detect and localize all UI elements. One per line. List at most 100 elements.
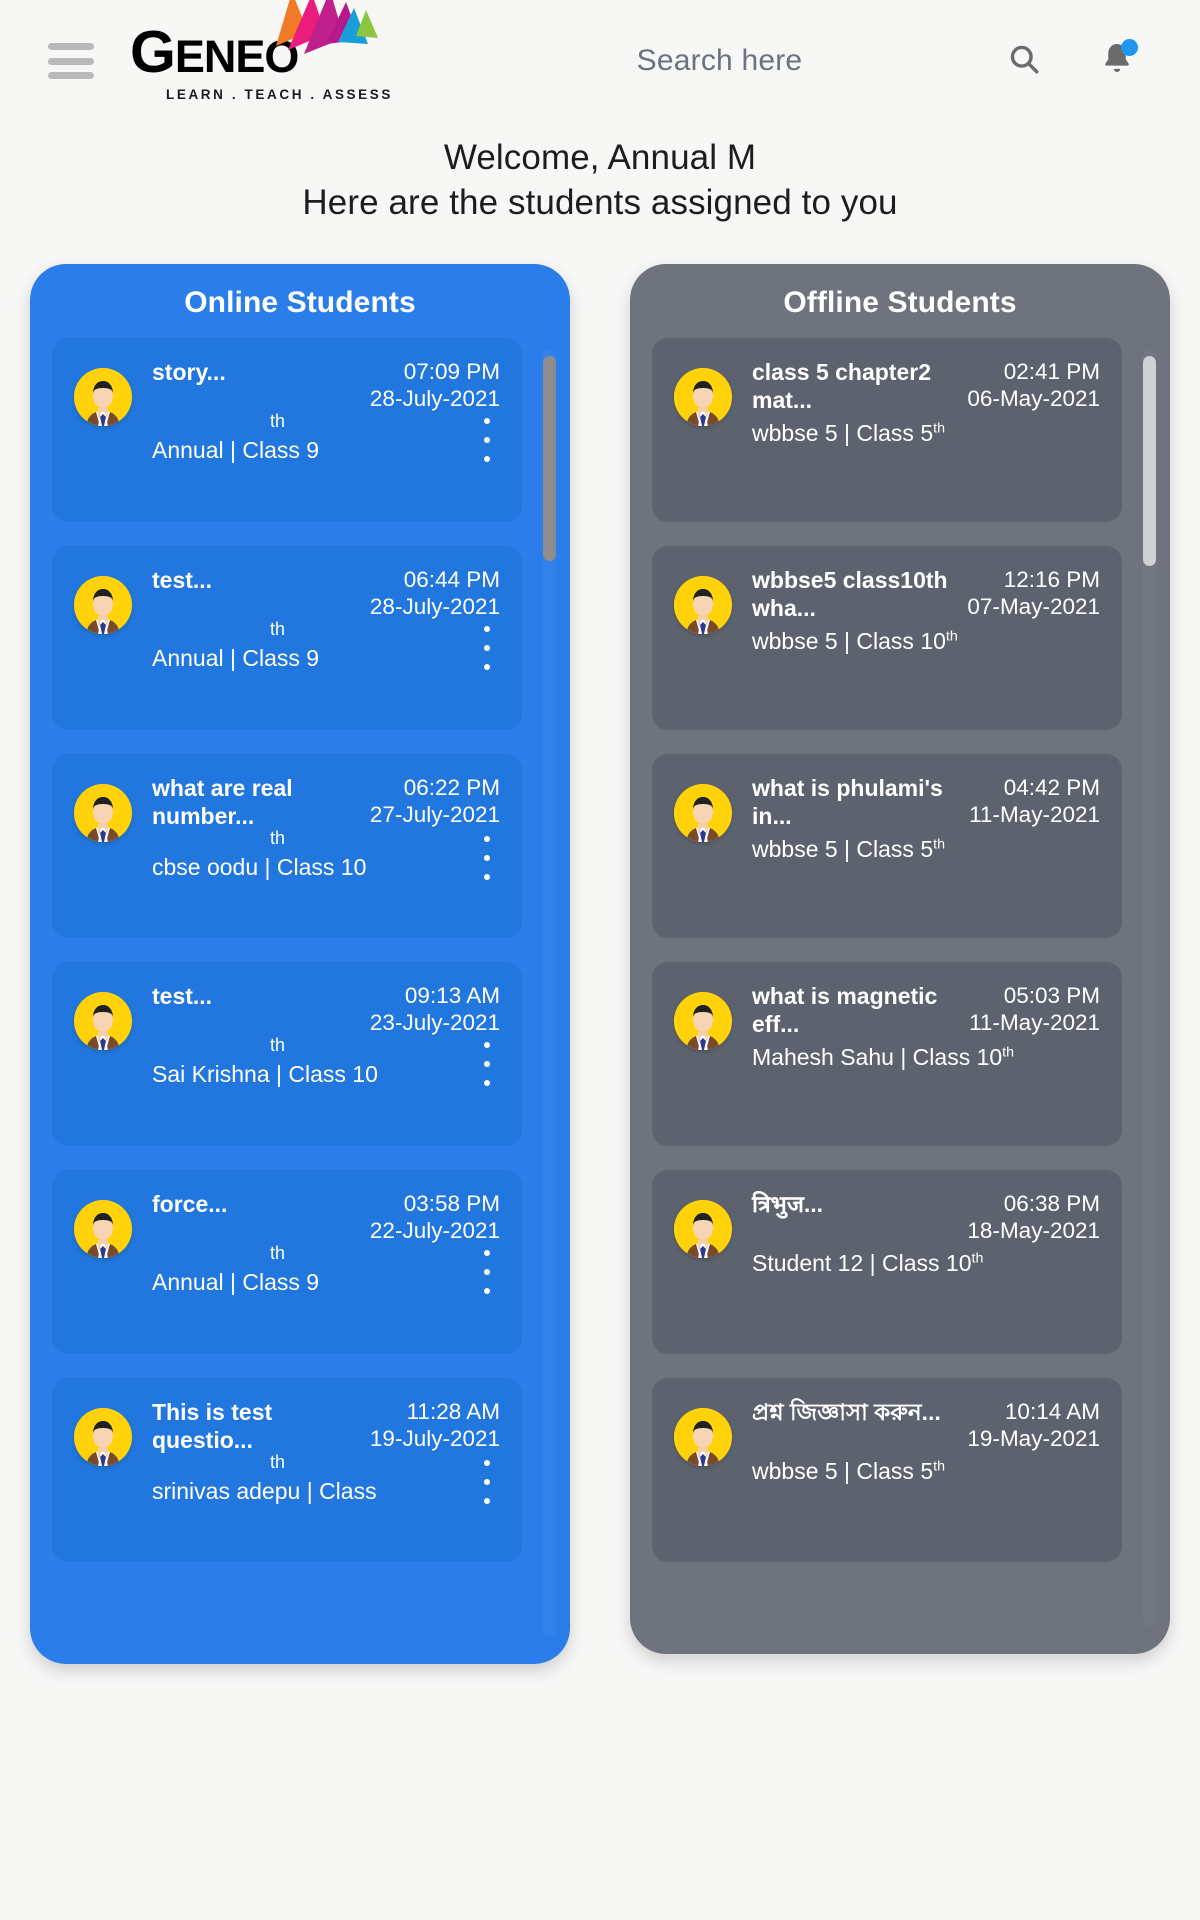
search-icon[interactable] <box>1006 41 1042 82</box>
hamburger-bar <box>48 72 94 79</box>
student-class-line: th cbse oodu | Class 10 <box>152 828 367 882</box>
class-text: Sai Krishna | Class 10 <box>152 1060 378 1087</box>
bell-icon[interactable] <box>1100 38 1138 82</box>
student-class-line: th srinivas adepu | Class <box>152 1452 377 1506</box>
student-avatar-icon <box>674 575 732 634</box>
offline-scrollbar-thumb[interactable] <box>1143 355 1156 566</box>
question-time: 05:03 PM <box>1003 982 1100 1008</box>
student-class-line: Mahesh Sahu | Class 10th <box>752 1044 1014 1072</box>
kebab-menu-icon[interactable] <box>474 1459 500 1504</box>
student-class-line: th Annual | Class 9 <box>152 619 319 673</box>
card-meta: 02:41 PM 06-May-2021 <box>967 358 1100 413</box>
student-class-line: wbbse 5 | Class 5th <box>752 836 945 864</box>
student-question-card[interactable]: প্রশ্ন জিজ্ঞাসা করুন... 10:14 AM 19-May-20… <box>652 1377 1122 1562</box>
student-class-line: Student 12 | Class 10th <box>752 1250 983 1278</box>
search-input[interactable] <box>504 44 935 78</box>
ordinal-suffix: th <box>945 628 958 645</box>
class-text: Mahesh Sahu | Class 10 <box>752 1043 1003 1070</box>
student-question-card[interactable]: what is magnetic eff... 05:03 PM 11-May-20… <box>652 961 1122 1146</box>
online-scrollbar[interactable] <box>543 349 556 1636</box>
class-text: Annual | Class 9 <box>152 1268 320 1295</box>
question-date: 22-July-2021 <box>369 1218 500 1244</box>
student-class-line: th Annual | Class 9 <box>152 411 320 465</box>
logo-tagline: LEARN . TEACH . ASSESS <box>166 86 393 102</box>
kebab-menu-icon[interactable] <box>474 626 500 671</box>
student-question-card[interactable]: wbbse5 class10th wha... 12:16 PM 07-May-20… <box>652 545 1122 730</box>
kebab-menu-icon[interactable] <box>474 1042 500 1087</box>
question-time: 12:16 PM <box>1003 566 1100 592</box>
app-header: GENEO LEARN . TEACH . ASSESS <box>0 0 1200 122</box>
class-text: wbbse 5 | Class 10 <box>752 627 946 654</box>
online-panel-title: Online Students <box>184 285 416 319</box>
student-question-card[interactable]: This is test questio... 11:28 AM 19-July-2… <box>52 1377 522 1562</box>
question-time: 09:13 AM <box>404 982 500 1008</box>
student-class-line: th Annual | Class 9 <box>152 1243 320 1297</box>
hamburger-bar <box>48 43 94 50</box>
ordinal-suffix: th <box>933 1458 946 1475</box>
card-meta: 06:38 PM 18-May-2021 <box>967 1190 1100 1245</box>
question-time: 06:44 PM <box>403 566 500 592</box>
question-time: 06:38 PM <box>1003 1190 1100 1216</box>
online-scrollbar-thumb[interactable] <box>543 355 556 561</box>
question-title: what are real number... <box>152 774 293 829</box>
ordinal-suffix: th <box>933 836 946 853</box>
student-question-card[interactable]: story... 07:09 PM 28-July-2021 th Annual | C… <box>52 337 522 522</box>
question-date: 11-May-2021 <box>969 802 1100 828</box>
hamburger-bar <box>48 57 94 65</box>
student-avatar-icon <box>74 1407 132 1466</box>
question-date: 19-July-2021 <box>369 1426 500 1452</box>
student-question-card[interactable]: test... 06:44 PM 28-July-2021 th Annual | Cl… <box>52 545 522 730</box>
class-text: cbse oodu | Class 10 <box>152 854 367 881</box>
student-class-line: th Sai Krishna | Class 10 <box>152 1035 378 1089</box>
welcome-line-2: Here are the students assigned to you <box>302 182 898 222</box>
card-meta: 06:22 PM 27-July-2021 <box>370 774 500 829</box>
student-question-card[interactable]: त्रिभुज... 06:38 PM 18-May-2021 Student 12 … <box>652 1169 1122 1354</box>
question-time: 10:14 AM <box>1004 1398 1100 1424</box>
offline-scrollbar[interactable] <box>1143 350 1156 1626</box>
class-text: wbbse 5 | Class 5 <box>752 1458 934 1485</box>
question-title: wbbse5 class10th wha... <box>752 566 948 621</box>
geneo-triangles-logo-icon <box>276 0 378 55</box>
app-logo[interactable]: GENEO LEARN . TEACH . ASSESS <box>130 0 393 102</box>
header-icons <box>1006 38 1138 82</box>
question-title: त्रिभुज... <box>752 1190 824 1217</box>
student-question-card[interactable]: what are real number... 06:22 PM 27-July-2… <box>52 753 522 938</box>
card-meta: 10:14 AM 19-May-2021 <box>967 1398 1100 1453</box>
question-title: story... <box>152 358 226 385</box>
student-question-card[interactable]: what is phulami's in... 04:42 PM 11-May-20… <box>652 753 1122 938</box>
question-title: what is phulami's in... <box>752 774 943 829</box>
hamburger-menu-icon[interactable] <box>48 43 94 79</box>
question-date: 19-May-2021 <box>967 1426 1100 1452</box>
kebab-menu-icon[interactable] <box>474 1250 500 1295</box>
question-date: 18-May-2021 <box>967 1218 1100 1244</box>
card-meta: 03:58 PM 22-July-2021 <box>370 1190 500 1245</box>
student-avatar-icon <box>74 1199 132 1258</box>
question-title: test... <box>152 982 213 1009</box>
card-meta: 09:13 AM 23-July-2021 <box>370 982 500 1037</box>
student-class-line: wbbse 5 | Class 5th <box>752 420 945 448</box>
card-meta: 04:42 PM 11-May-2021 <box>969 774 1100 829</box>
offline-students-list: class 5 chapter2 mat... 02:41 PM 06-May-20… <box>652 337 1156 1618</box>
student-class-line: wbbse 5 | Class 10th <box>752 628 958 656</box>
welcome-heading: Welcome, Annual M Here are the students … <box>0 136 1200 226</box>
student-avatar-icon <box>674 1407 732 1466</box>
class-text: wbbse 5 | Class 5 <box>752 835 934 862</box>
offline-students-panel: Offline Students class 5 chapter2 mat...… <box>630 263 1170 1654</box>
question-date: 28-July-2021 <box>369 386 500 412</box>
question-title: what is magnetic eff... <box>752 982 938 1037</box>
ordinal-suffix: th <box>270 828 286 849</box>
student-question-card[interactable]: test... 09:13 AM 23-July-2021 th Sai Krishna… <box>52 961 522 1146</box>
card-meta: 12:16 PM 07-May-2021 <box>967 566 1100 621</box>
student-question-card[interactable]: force... 03:58 PM 22-July-2021 th Annual | C… <box>52 1169 522 1354</box>
kebab-menu-icon[interactable] <box>474 418 500 463</box>
ordinal-suffix: th <box>270 1452 286 1473</box>
ordinal-suffix: th <box>270 1034 286 1055</box>
question-date: 28-July-2021 <box>369 594 500 620</box>
student-avatar-icon <box>74 783 132 842</box>
student-question-card[interactable]: class 5 chapter2 mat... 02:41 PM 06-May-20… <box>652 337 1122 522</box>
class-text: wbbse 5 | Class 5 <box>752 419 934 446</box>
ordinal-suffix: th <box>270 1242 286 1263</box>
class-text: Annual | Class 9 <box>152 436 320 463</box>
student-avatar-icon <box>674 783 732 842</box>
kebab-menu-icon[interactable] <box>474 835 500 880</box>
